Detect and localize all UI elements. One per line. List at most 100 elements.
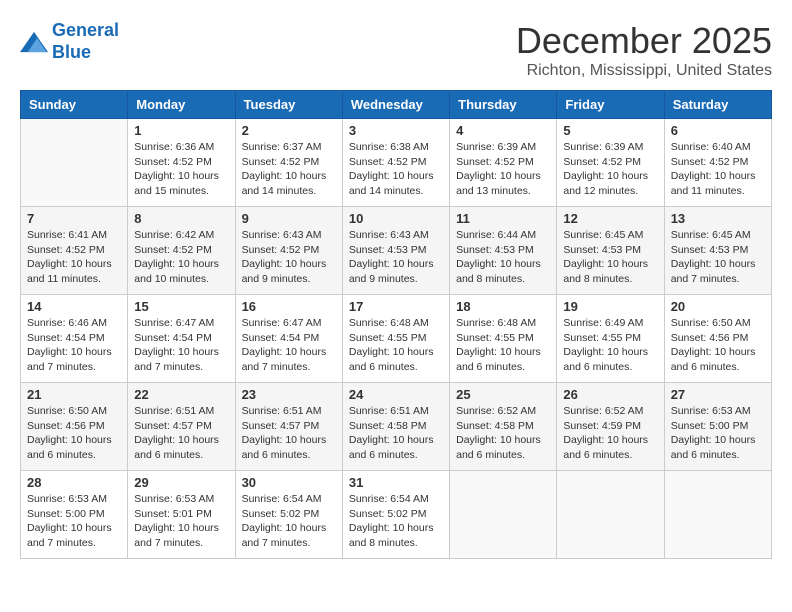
day-info: Sunrise: 6:50 AM Sunset: 4:56 PM Dayligh… [27, 404, 121, 463]
day-number: 22 [134, 387, 228, 402]
calendar-cell: 25 Sunrise: 6:52 AM Sunset: 4:58 PM Dayli… [450, 383, 557, 471]
logo-icon [20, 30, 48, 54]
day-number: 2 [242, 123, 336, 138]
page-header: General Blue December 2025 Richton, Miss… [20, 20, 772, 80]
day-info: Sunrise: 6:45 AM Sunset: 4:53 PM Dayligh… [671, 228, 765, 287]
day-number: 4 [456, 123, 550, 138]
day-number: 5 [563, 123, 657, 138]
day-info: Sunrise: 6:51 AM Sunset: 4:57 PM Dayligh… [134, 404, 228, 463]
calendar-cell: 20 Sunrise: 6:50 AM Sunset: 4:56 PM Dayli… [664, 295, 771, 383]
day-number: 15 [134, 299, 228, 314]
day-number: 24 [349, 387, 443, 402]
day-info: Sunrise: 6:47 AM Sunset: 4:54 PM Dayligh… [134, 316, 228, 375]
day-info: Sunrise: 6:54 AM Sunset: 5:02 PM Dayligh… [349, 492, 443, 551]
day-info: Sunrise: 6:52 AM Sunset: 4:58 PM Dayligh… [456, 404, 550, 463]
day-number: 7 [27, 211, 121, 226]
day-number: 9 [242, 211, 336, 226]
day-info: Sunrise: 6:54 AM Sunset: 5:02 PM Dayligh… [242, 492, 336, 551]
calendar-cell: 31 Sunrise: 6:54 AM Sunset: 5:02 PM Dayli… [342, 471, 449, 559]
day-number: 11 [456, 211, 550, 226]
day-info: Sunrise: 6:50 AM Sunset: 4:56 PM Dayligh… [671, 316, 765, 375]
calendar-cell: 5 Sunrise: 6:39 AM Sunset: 4:52 PM Daylig… [557, 119, 664, 207]
day-info: Sunrise: 6:53 AM Sunset: 5:01 PM Dayligh… [134, 492, 228, 551]
calendar-cell: 27 Sunrise: 6:53 AM Sunset: 5:00 PM Dayli… [664, 383, 771, 471]
day-info: Sunrise: 6:46 AM Sunset: 4:54 PM Dayligh… [27, 316, 121, 375]
week-row-3: 14Sunrise: 6:46 AM Sunset: 4:54 PM Dayli… [21, 295, 772, 383]
calendar-cell: 15 Sunrise: 6:47 AM Sunset: 4:54 PM Dayli… [128, 295, 235, 383]
calendar-cell: 18 Sunrise: 6:48 AM Sunset: 4:55 PM Dayli… [450, 295, 557, 383]
day-info: Sunrise: 6:53 AM Sunset: 5:00 PM Dayligh… [27, 492, 121, 551]
day-header-friday: Friday [557, 91, 664, 119]
day-number: 10 [349, 211, 443, 226]
day-number: 1 [134, 123, 228, 138]
day-info: Sunrise: 6:49 AM Sunset: 4:55 PM Dayligh… [563, 316, 657, 375]
day-number: 18 [456, 299, 550, 314]
logo: General Blue [20, 20, 119, 63]
day-info: Sunrise: 6:36 AM Sunset: 4:52 PM Dayligh… [134, 140, 228, 199]
calendar-cell: 13 Sunrise: 6:45 AM Sunset: 4:53 PM Dayli… [664, 207, 771, 295]
week-row-4: 21Sunrise: 6:50 AM Sunset: 4:56 PM Dayli… [21, 383, 772, 471]
day-info: Sunrise: 6:42 AM Sunset: 4:52 PM Dayligh… [134, 228, 228, 287]
day-info: Sunrise: 6:51 AM Sunset: 4:57 PM Dayligh… [242, 404, 336, 463]
day-number: 30 [242, 475, 336, 490]
day-number: 3 [349, 123, 443, 138]
day-number: 13 [671, 211, 765, 226]
day-number: 28 [27, 475, 121, 490]
calendar: SundayMondayTuesdayWednesdayThursdayFrid… [20, 90, 772, 559]
day-header-sunday: Sunday [21, 91, 128, 119]
day-info: Sunrise: 6:48 AM Sunset: 4:55 PM Dayligh… [456, 316, 550, 375]
day-info: Sunrise: 6:48 AM Sunset: 4:55 PM Dayligh… [349, 316, 443, 375]
calendar-cell: 30 Sunrise: 6:54 AM Sunset: 5:02 PM Dayli… [235, 471, 342, 559]
calendar-cell: 10 Sunrise: 6:43 AM Sunset: 4:53 PM Dayli… [342, 207, 449, 295]
day-info: Sunrise: 6:43 AM Sunset: 4:52 PM Dayligh… [242, 228, 336, 287]
month-title: December 2025 [516, 20, 772, 62]
day-number: 27 [671, 387, 765, 402]
calendar-cell: 1 Sunrise: 6:36 AM Sunset: 4:52 PM Daylig… [128, 119, 235, 207]
week-row-1: 1 Sunrise: 6:36 AM Sunset: 4:52 PM Daylig… [21, 119, 772, 207]
calendar-cell: 2 Sunrise: 6:37 AM Sunset: 4:52 PM Daylig… [235, 119, 342, 207]
week-row-2: 7 Sunrise: 6:41 AM Sunset: 4:52 PM Daylig… [21, 207, 772, 295]
day-header-tuesday: Tuesday [235, 91, 342, 119]
calendar-cell [450, 471, 557, 559]
calendar-cell: 17 Sunrise: 6:48 AM Sunset: 4:55 PM Dayli… [342, 295, 449, 383]
day-info: Sunrise: 6:51 AM Sunset: 4:58 PM Dayligh… [349, 404, 443, 463]
day-number: 31 [349, 475, 443, 490]
calendar-header-row: SundayMondayTuesdayWednesdayThursdayFrid… [21, 91, 772, 119]
title-area: December 2025 Richton, Mississippi, Unit… [516, 20, 772, 80]
day-info: Sunrise: 6:37 AM Sunset: 4:52 PM Dayligh… [242, 140, 336, 199]
day-info: Sunrise: 6:47 AM Sunset: 4:54 PM Dayligh… [242, 316, 336, 375]
calendar-cell: 4 Sunrise: 6:39 AM Sunset: 4:52 PM Daylig… [450, 119, 557, 207]
day-info: Sunrise: 6:39 AM Sunset: 4:52 PM Dayligh… [563, 140, 657, 199]
day-number: 26 [563, 387, 657, 402]
day-number: 17 [349, 299, 443, 314]
day-header-thursday: Thursday [450, 91, 557, 119]
calendar-cell: 29Sunrise: 6:53 AM Sunset: 5:01 PM Dayli… [128, 471, 235, 559]
day-info: Sunrise: 6:45 AM Sunset: 4:53 PM Dayligh… [563, 228, 657, 287]
day-info: Sunrise: 6:40 AM Sunset: 4:52 PM Dayligh… [671, 140, 765, 199]
calendar-cell: 16Sunrise: 6:47 AM Sunset: 4:54 PM Dayli… [235, 295, 342, 383]
day-info: Sunrise: 6:41 AM Sunset: 4:52 PM Dayligh… [27, 228, 121, 287]
day-number: 20 [671, 299, 765, 314]
day-info: Sunrise: 6:44 AM Sunset: 4:53 PM Dayligh… [456, 228, 550, 287]
day-number: 23 [242, 387, 336, 402]
calendar-cell: 11 Sunrise: 6:44 AM Sunset: 4:53 PM Dayli… [450, 207, 557, 295]
logo-text: General Blue [52, 20, 119, 63]
day-header-monday: Monday [128, 91, 235, 119]
day-info: Sunrise: 6:43 AM Sunset: 4:53 PM Dayligh… [349, 228, 443, 287]
day-number: 25 [456, 387, 550, 402]
calendar-cell: 24 Sunrise: 6:51 AM Sunset: 4:58 PM Dayli… [342, 383, 449, 471]
day-info: Sunrise: 6:52 AM Sunset: 4:59 PM Dayligh… [563, 404, 657, 463]
day-info: Sunrise: 6:53 AM Sunset: 5:00 PM Dayligh… [671, 404, 765, 463]
calendar-cell: 12 Sunrise: 6:45 AM Sunset: 4:53 PM Dayli… [557, 207, 664, 295]
day-info: Sunrise: 6:39 AM Sunset: 4:52 PM Dayligh… [456, 140, 550, 199]
day-number: 12 [563, 211, 657, 226]
day-info: Sunrise: 6:38 AM Sunset: 4:52 PM Dayligh… [349, 140, 443, 199]
calendar-cell: 26 Sunrise: 6:52 AM Sunset: 4:59 PM Dayli… [557, 383, 664, 471]
calendar-cell [557, 471, 664, 559]
calendar-cell: 22 Sunrise: 6:51 AM Sunset: 4:57 PM Dayli… [128, 383, 235, 471]
calendar-cell: 8Sunrise: 6:42 AM Sunset: 4:52 PM Daylig… [128, 207, 235, 295]
calendar-cell: 7 Sunrise: 6:41 AM Sunset: 4:52 PM Daylig… [21, 207, 128, 295]
calendar-cell [21, 119, 128, 207]
calendar-cell: 9 Sunrise: 6:43 AM Sunset: 4:52 PM Daylig… [235, 207, 342, 295]
calendar-cell: 3 Sunrise: 6:38 AM Sunset: 4:52 PM Daylig… [342, 119, 449, 207]
